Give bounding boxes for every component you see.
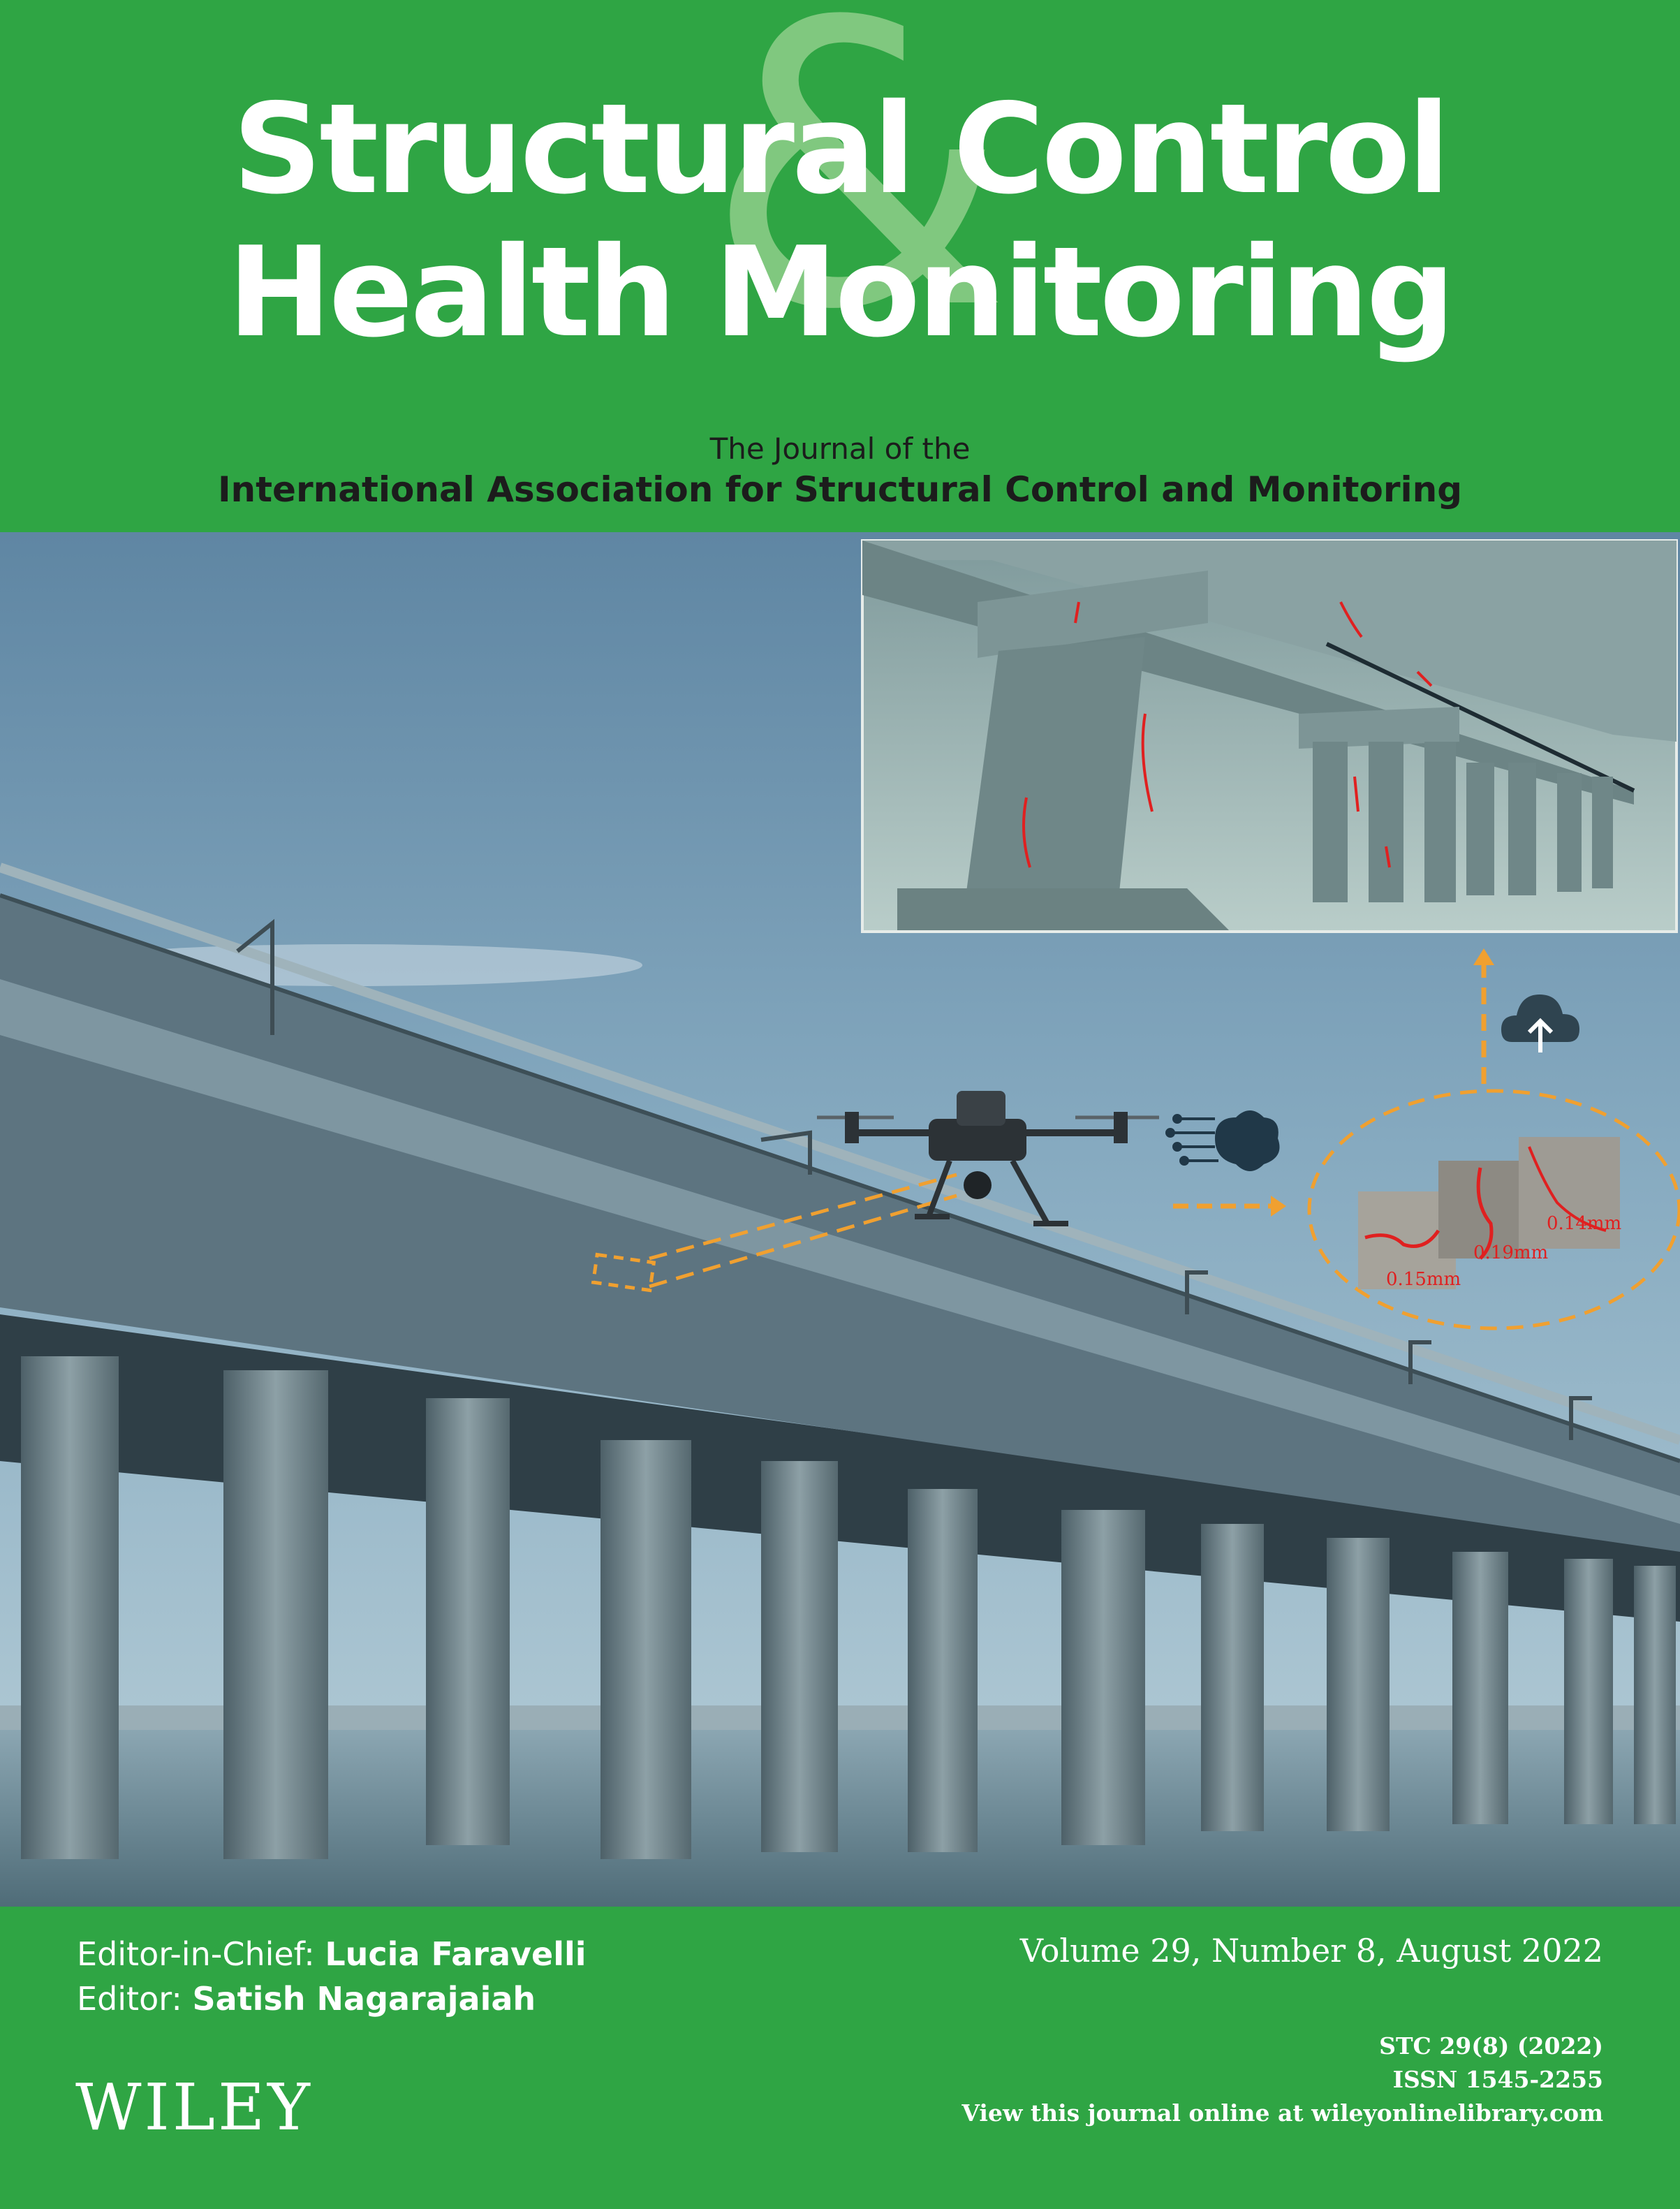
crack-label-3: 0.15mm <box>1386 1269 1461 1290</box>
editor-in-chief-line: Editor-in-Chief: Lucia Faravelli <box>77 1932 587 1976</box>
wiley-logo: WILEY <box>75 2070 313 2145</box>
citation-line: STC 29(8) (2022) <box>1379 2032 1603 2060</box>
editor-in-chief-name: Lucia Faravelli <box>325 1935 587 1973</box>
editor-label: Editor: <box>77 1980 182 2018</box>
editor-name: Satish Nagarajaiah <box>192 1980 536 2018</box>
editor-in-chief-label: Editor-in-Chief: <box>77 1935 315 1973</box>
publication-meta: STC 29(8) (2022) ISSN 1545-2255 View thi… <box>626 2030 1603 2130</box>
journal-title-line-1: Structural Control <box>233 77 1450 221</box>
online-link[interactable]: View this journal online at wileyonlinel… <box>626 2097 1603 2130</box>
journal-subtitle-line-2: International Association for Structural… <box>217 469 1463 510</box>
cover-footer: Editor-in-Chief: Lucia Faravelli Editor:… <box>0 1907 1680 2209</box>
editors-block: Editor-in-Chief: Lucia Faravelli Editor:… <box>77 1932 587 2021</box>
journal-subtitle-line-1: The Journal of the <box>709 432 971 466</box>
editor-line: Editor: Satish Nagarajaiah <box>77 1976 587 2021</box>
journal-title-line-2: Health Monitoring <box>227 220 1455 365</box>
masthead: & Structural Control Health Monitoring T… <box>0 0 1680 532</box>
inset-3d-bridge-model <box>861 539 1678 933</box>
issue-volume-line: Volume 29, Number 8, August 2022 <box>1019 1932 1603 1969</box>
crack-label-1: 0.14mm <box>1547 1213 1621 1234</box>
crack-label-2: 0.19mm <box>1473 1242 1548 1263</box>
cover-illustration: 0.14mm 0.19mm 0.15mm <box>0 532 1680 1907</box>
bridge-inspection-scene: 0.14mm 0.19mm 0.15mm <box>0 532 1680 1907</box>
issn-line: ISSN 1545-2255 <box>1392 2066 1603 2093</box>
